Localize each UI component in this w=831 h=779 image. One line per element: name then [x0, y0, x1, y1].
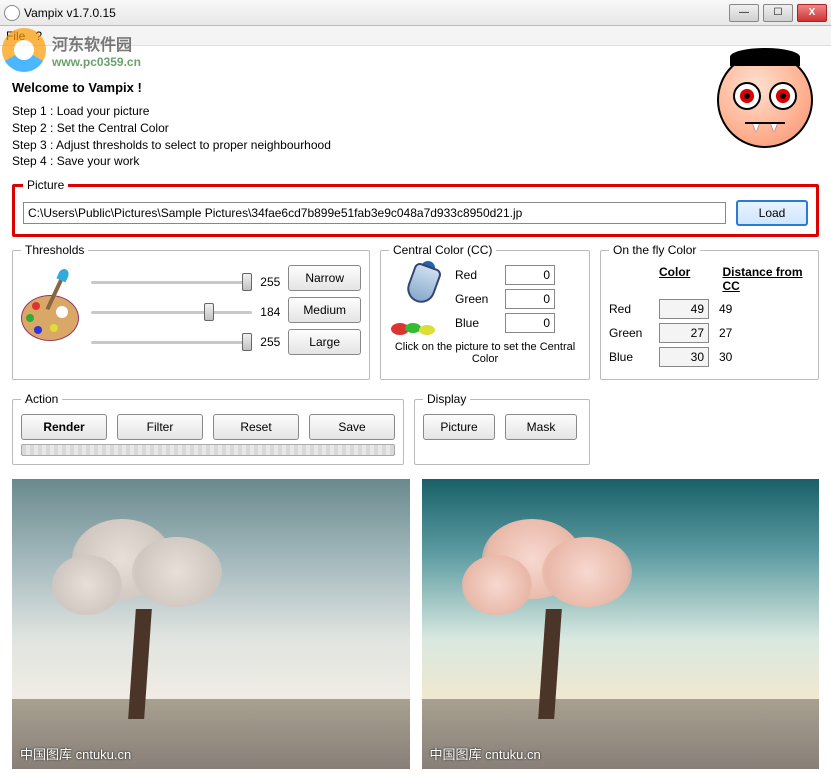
thresholds-legend: Thresholds — [21, 243, 88, 257]
render-button[interactable]: Render — [21, 414, 107, 440]
central-color-legend: Central Color (CC) — [389, 243, 496, 257]
action-group: Action Render Filter Reset Save — [12, 392, 404, 465]
central-color-group: Central Color (CC) Red Green Blue Click … — [380, 243, 590, 380]
vampire-mascot-icon — [717, 52, 813, 148]
picture-legend: Picture — [23, 178, 68, 192]
narrow-button[interactable]: Narrow — [288, 265, 361, 291]
display-group: Display Picture Mask — [414, 392, 590, 465]
otf-legend: On the fly Color — [609, 243, 700, 257]
otf-red-label: Red — [609, 302, 649, 316]
app-icon — [4, 5, 20, 21]
cc-red-label: Red — [455, 268, 499, 282]
thresholds-group: Thresholds 255 184 — [12, 243, 370, 380]
otf-header-color: Color — [659, 265, 702, 293]
watermark: 河东软件园 www.pc0359.cn — [2, 28, 141, 72]
otf-green-value — [659, 323, 709, 343]
load-button[interactable]: Load — [736, 200, 808, 226]
welcome-heading: Welcome to Vampix ! — [12, 80, 819, 95]
picture-path-input[interactable] — [23, 202, 726, 224]
threshold-slider-1[interactable] — [91, 281, 252, 284]
palette-icon — [21, 279, 83, 341]
step-1: Step 1 : Load your picture — [12, 103, 819, 120]
progress-bar — [21, 444, 395, 456]
otf-green-label: Green — [609, 326, 649, 340]
action-legend: Action — [21, 392, 62, 406]
minimize-button[interactable]: — — [729, 4, 759, 22]
maximize-button[interactable]: ☐ — [763, 4, 793, 22]
display-legend: Display — [423, 392, 470, 406]
large-button[interactable]: Large — [288, 329, 361, 355]
picture-group: Picture Load — [12, 178, 819, 237]
display-mask-button[interactable]: Mask — [505, 414, 577, 440]
preview-right[interactable]: 中国图库 cntuku.cn — [422, 479, 820, 769]
cc-note: Click on the picture to set the Central … — [389, 341, 581, 365]
otf-header-distance: Distance from CC — [722, 265, 810, 293]
step-3: Step 3 : Adjust thresholds to select to … — [12, 137, 819, 154]
preview-left-caption: 中国图库 cntuku.cn — [20, 744, 131, 763]
cc-blue-input[interactable] — [505, 313, 555, 333]
otf-blue-value — [659, 347, 709, 367]
threshold-value-1: 255 — [260, 275, 280, 289]
otf-blue-dist: 30 — [719, 350, 759, 364]
otf-red-dist: 49 — [719, 302, 759, 316]
close-button[interactable]: X — [797, 4, 827, 22]
watermark-url: www.pc0359.cn — [52, 55, 141, 69]
threshold-value-2: 184 — [260, 305, 280, 319]
display-picture-button[interactable]: Picture — [423, 414, 495, 440]
threshold-slider-2[interactable] — [91, 311, 252, 314]
reset-button[interactable]: Reset — [213, 414, 299, 440]
watermark-name: 河东软件园 — [52, 31, 141, 55]
preview-right-caption: 中国图库 cntuku.cn — [430, 744, 541, 763]
otf-blue-label: Blue — [609, 350, 649, 364]
threshold-slider-3[interactable] — [91, 341, 252, 344]
otf-red-value — [659, 299, 709, 319]
on-the-fly-group: On the fly Color Color Distance from CC … — [600, 243, 819, 380]
titlebar: Vampix v1.7.0.15 — ☐ X — [0, 0, 831, 26]
save-button[interactable]: Save — [309, 414, 395, 440]
step-2: Step 2 : Set the Central Color — [12, 120, 819, 137]
steps-list: Step 1 : Load your picture Step 2 : Set … — [12, 103, 819, 170]
filter-button[interactable]: Filter — [117, 414, 203, 440]
eyedropper-icon — [389, 265, 445, 337]
cc-blue-label: Blue — [455, 316, 499, 330]
cc-green-input[interactable] — [505, 289, 555, 309]
step-4: Step 4 : Save your work — [12, 153, 819, 170]
otf-green-dist: 27 — [719, 326, 759, 340]
preview-left[interactable]: 中国图库 cntuku.cn — [12, 479, 410, 769]
threshold-value-3: 255 — [260, 335, 280, 349]
window-title: Vampix v1.7.0.15 — [24, 6, 729, 20]
medium-button[interactable]: Medium — [288, 297, 361, 323]
watermark-logo-icon — [2, 28, 46, 72]
cc-red-input[interactable] — [505, 265, 555, 285]
cc-green-label: Green — [455, 292, 499, 306]
